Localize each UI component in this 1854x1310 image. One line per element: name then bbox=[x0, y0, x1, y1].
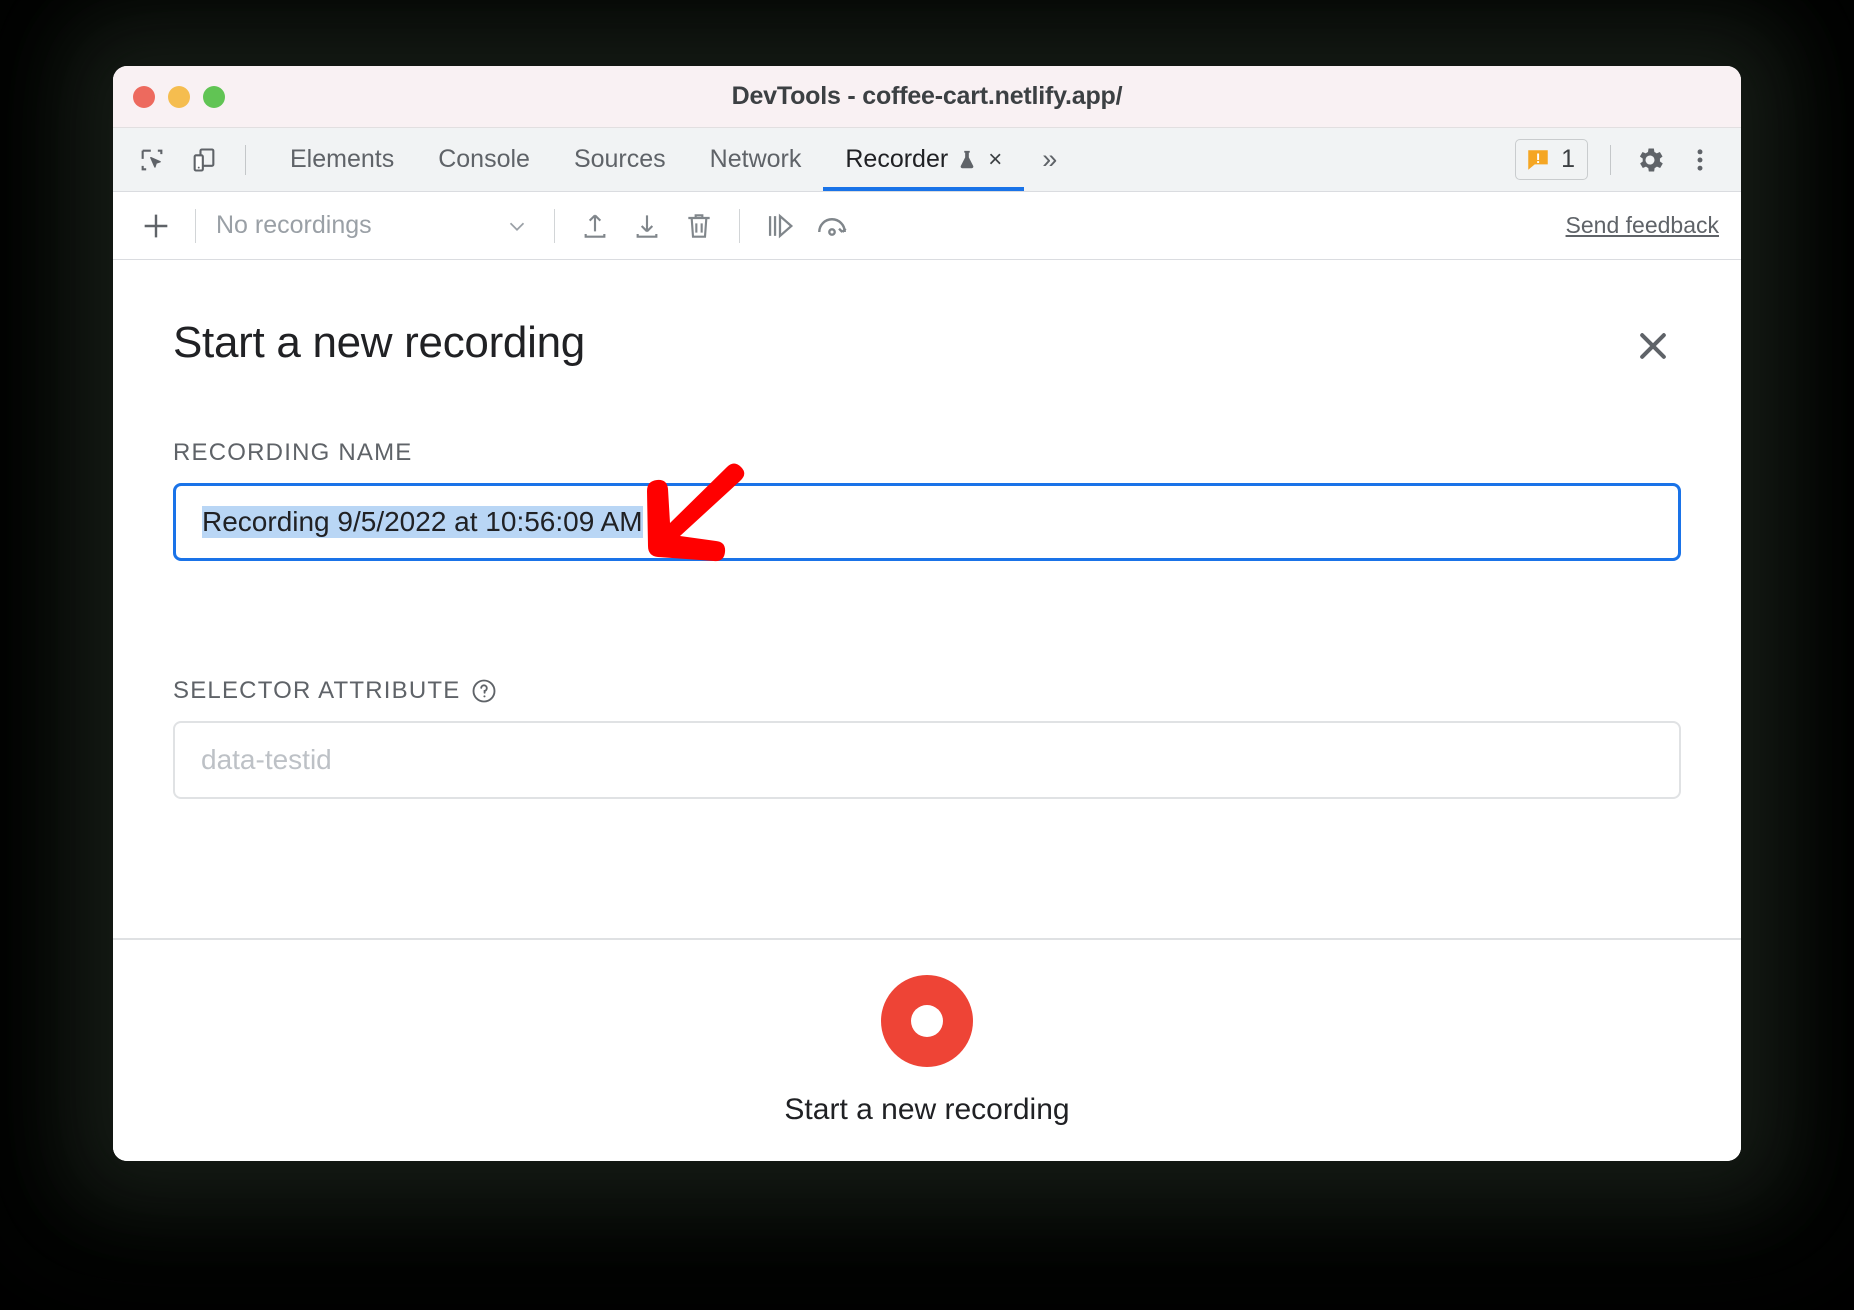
delete-recording-icon[interactable] bbox=[673, 200, 725, 252]
tab-network[interactable]: Network bbox=[688, 128, 824, 191]
selector-attribute-label: Selector attribute bbox=[173, 677, 1681, 705]
recording-name-input[interactable]: Recording 9/5/2022 at 10:56:09 AM bbox=[173, 483, 1681, 561]
experiment-flask-icon bbox=[956, 148, 978, 172]
devtools-tool-icons bbox=[113, 128, 258, 191]
record-button-hole bbox=[911, 1004, 943, 1037]
close-icon[interactable]: × bbox=[988, 147, 1002, 172]
devtools-tabstrip-actions: 1 bbox=[1515, 128, 1741, 191]
window-titlebar: DevTools - coffee-cart.netlify.app/ bbox=[113, 66, 1741, 128]
performance-replay-icon[interactable] bbox=[806, 200, 858, 252]
warning-badge[interactable]: 1 bbox=[1515, 139, 1588, 180]
tab-label: Network bbox=[709, 145, 802, 173]
screenshot-root: DevTools - coffee-cart.netlify.app/ Elem… bbox=[0, 0, 1854, 1310]
tab-label: Elements bbox=[290, 145, 395, 173]
import-recording-icon[interactable] bbox=[569, 200, 621, 252]
tab-sources[interactable]: Sources bbox=[552, 128, 688, 191]
actions-divider bbox=[1610, 144, 1611, 175]
devtools-tabstrip: Elements Console Sources Network Recorde… bbox=[113, 128, 1741, 192]
tab-label: Sources bbox=[573, 145, 666, 173]
chevron-down-icon bbox=[504, 213, 530, 239]
start-recording-footer: Start a new recording bbox=[113, 938, 1741, 1161]
page-title: Start a new recording bbox=[173, 318, 585, 367]
recording-name-field: Recording name Recording 9/5/2022 at 10:… bbox=[173, 439, 1681, 561]
window-minimize-button[interactable] bbox=[168, 86, 190, 108]
toolbar-divider bbox=[245, 144, 246, 175]
panel-header: Start a new recording bbox=[113, 260, 1741, 379]
new-recording-panel: Start a new recording Recording name Rec… bbox=[113, 260, 1741, 1161]
window-title: DevTools - coffee-cart.netlify.app/ bbox=[731, 82, 1123, 110]
recording-name-value: Recording 9/5/2022 at 10:56:09 AM bbox=[202, 506, 643, 538]
recordings-select-value: No recordings bbox=[216, 211, 372, 239]
selector-attribute-input[interactable]: data-testid bbox=[173, 721, 1681, 799]
record-button[interactable] bbox=[881, 974, 973, 1067]
inspect-element-icon[interactable] bbox=[129, 137, 175, 183]
gear-icon[interactable] bbox=[1627, 137, 1673, 183]
window-traffic-lights bbox=[133, 66, 225, 128]
selector-attribute-label-text: Selector attribute bbox=[173, 677, 461, 704]
tab-console[interactable]: Console bbox=[416, 128, 552, 191]
add-recording-button[interactable] bbox=[131, 201, 181, 251]
tab-elements[interactable]: Elements bbox=[268, 128, 416, 191]
toolbar-divider-2 bbox=[554, 208, 555, 243]
toolbar-divider-3 bbox=[739, 208, 740, 243]
recordings-select[interactable]: No recordings bbox=[210, 201, 540, 251]
warning-icon bbox=[1525, 147, 1551, 173]
send-feedback-link[interactable]: Send feedback bbox=[1566, 212, 1719, 239]
close-panel-button[interactable] bbox=[1625, 318, 1681, 379]
record-button-label: Start a new recording bbox=[784, 1092, 1070, 1126]
tab-label: Console bbox=[438, 145, 530, 173]
devtools-window: DevTools - coffee-cart.netlify.app/ Elem… bbox=[113, 66, 1741, 1161]
toolbar-divider-1 bbox=[195, 208, 196, 243]
recording-name-label: Recording name bbox=[173, 439, 413, 466]
tab-recorder[interactable]: Recorder × bbox=[823, 128, 1025, 191]
export-recording-icon[interactable] bbox=[621, 200, 673, 252]
window-maximize-button[interactable] bbox=[203, 86, 225, 108]
selector-attribute-field: Selector attribute data-testid bbox=[173, 677, 1681, 799]
device-toolbar-icon[interactable] bbox=[181, 137, 227, 183]
new-recording-form: Recording name Recording 9/5/2022 at 10:… bbox=[113, 439, 1741, 799]
more-vert-icon[interactable] bbox=[1677, 137, 1723, 183]
window-close-button[interactable] bbox=[133, 86, 155, 108]
recorder-toolbar: No recordings Send feedback bbox=[113, 192, 1741, 260]
more-tabs-icon[interactable]: » bbox=[1024, 128, 1075, 191]
tab-label: Recorder bbox=[845, 145, 949, 173]
warning-count: 1 bbox=[1561, 145, 1575, 173]
step-replay-icon[interactable] bbox=[754, 200, 806, 252]
help-icon[interactable] bbox=[470, 677, 498, 705]
devtools-tab-list: Elements Console Sources Network Recorde… bbox=[268, 128, 1075, 191]
